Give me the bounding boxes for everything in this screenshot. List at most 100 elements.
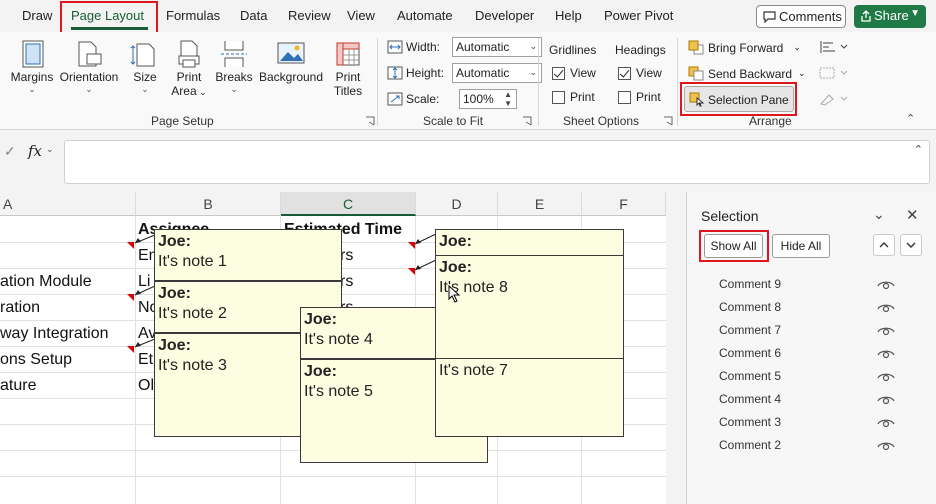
height-row: Height: xyxy=(387,66,444,80)
orientation-label: Orientation xyxy=(59,70,119,84)
eye-icon[interactable] xyxy=(877,416,895,428)
note-1[interactable]: Joe: It's note 1 xyxy=(154,229,342,281)
dialog-launcher-icon[interactable] xyxy=(663,116,673,126)
chevron-down-icon xyxy=(906,242,916,248)
margins-button[interactable]: Margins ⌄ xyxy=(8,38,56,95)
size-button[interactable]: Size ⌄ xyxy=(128,38,162,95)
tab-power-pivot[interactable]: Power Pivot xyxy=(604,8,673,23)
background-button[interactable]: Background xyxy=(258,38,324,84)
list-item[interactable]: Comment 4 xyxy=(719,392,781,406)
group-icon[interactable] xyxy=(818,66,848,80)
orientation-button[interactable]: Orientation ⌄ xyxy=(58,38,120,95)
print-titles-button[interactable]: Print Titles xyxy=(328,38,368,98)
tab-data[interactable]: Data xyxy=(240,8,267,23)
gridlines-view-option[interactable]: View xyxy=(552,66,596,80)
note-8[interactable]: Joe: It's note 8 xyxy=(435,255,624,359)
send-backward-button[interactable]: Send Backward ⌄ xyxy=(688,66,806,81)
width-dropdown[interactable]: Automatic ⌄ xyxy=(452,37,542,57)
expand-formula-bar-icon[interactable]: ⌃ xyxy=(914,143,923,156)
close-icon[interactable]: ✕ xyxy=(906,206,919,224)
note-author: Joe: xyxy=(158,285,191,302)
breaks-button[interactable]: Breaks ⌄ xyxy=(214,38,254,95)
eye-icon[interactable] xyxy=(877,439,895,451)
height-label: Height: xyxy=(406,66,445,80)
list-item[interactable]: Comment 6 xyxy=(719,346,781,360)
headings-view-checkbox[interactable] xyxy=(618,66,631,80)
move-down-button[interactable] xyxy=(900,234,922,256)
print-titles-icon xyxy=(336,42,360,66)
chevron-down-icon: ⌄ xyxy=(793,42,801,52)
bring-forward-button[interactable]: Bring Forward ⌄ xyxy=(688,40,801,55)
tab-automate[interactable]: Automate xyxy=(397,8,453,23)
margins-label: Margins xyxy=(10,70,54,84)
tab-review[interactable]: Review xyxy=(288,8,331,23)
list-item[interactable]: Comment 5 xyxy=(719,369,781,383)
chevron-up-icon xyxy=(879,242,889,248)
excel-window: Draw Page Layout Formulas Data Review Vi… xyxy=(0,0,936,504)
list-item[interactable]: Comment 7 xyxy=(719,323,781,337)
note-text: It's note 1 xyxy=(158,253,227,270)
height-icon xyxy=(387,66,403,80)
width-row: Width: xyxy=(387,40,440,54)
print-area-label-2: Area xyxy=(171,84,197,98)
note-author: Joe: xyxy=(158,233,191,250)
spinner-arrows-icon[interactable]: ▲ ▼ xyxy=(504,90,512,108)
formula-input[interactable]: ⌃ xyxy=(64,140,930,184)
hide-all-button[interactable]: Hide All xyxy=(772,234,830,258)
chevron-down-icon[interactable]: ⌄ xyxy=(46,144,54,155)
bring-forward-icon xyxy=(688,40,704,55)
chevron-down-icon: ⌄ xyxy=(529,41,537,51)
note-text: It's note 7 xyxy=(439,362,508,379)
gridlines-print-label: Print xyxy=(570,90,595,104)
dialog-launcher-icon[interactable] xyxy=(522,116,532,126)
gridlines-view-label: View xyxy=(570,66,596,80)
tab-developer[interactable]: Developer xyxy=(475,8,534,23)
eye-icon[interactable] xyxy=(877,278,895,290)
move-up-button[interactable] xyxy=(873,234,895,256)
align-icon[interactable] xyxy=(818,40,848,54)
formula-bar: ✓ fx ⌄ ⌃ xyxy=(0,130,936,192)
tab-help[interactable]: Help xyxy=(555,8,582,23)
gridlines-print-checkbox[interactable] xyxy=(552,90,565,104)
eye-icon[interactable] xyxy=(877,393,895,405)
eye-icon[interactable] xyxy=(877,370,895,382)
comments-button[interactable]: Comments xyxy=(756,5,846,28)
list-item[interactable]: Comment 3 xyxy=(719,415,781,429)
print-area-button[interactable]: Print Area ⌄ xyxy=(168,38,210,98)
width-icon xyxy=(387,40,403,54)
scale-spinner[interactable]: 100% ▲ ▼ xyxy=(459,89,517,109)
headings-print-label: Print xyxy=(636,90,661,104)
vertical-scrollbar[interactable] xyxy=(666,192,686,504)
share-button[interactable]: Share ▼ xyxy=(854,5,926,28)
fx-icon[interactable]: fx xyxy=(28,142,42,160)
list-item[interactable]: Comment 9 xyxy=(719,277,781,291)
collapse-ribbon-icon[interactable]: ⌃ xyxy=(906,112,915,125)
headings-print-checkbox[interactable] xyxy=(618,90,631,104)
width-label: Width: xyxy=(406,40,441,54)
tab-view[interactable]: View xyxy=(347,8,375,23)
headings-print-option[interactable]: Print xyxy=(618,90,661,104)
chevron-down-icon[interactable]: ⌄ xyxy=(873,206,885,223)
send-backward-label: Send Backward xyxy=(708,66,793,81)
group-separator xyxy=(677,38,678,126)
worksheet-grid[interactable]: A B C D E F Assignee Estimated Time atio… xyxy=(0,192,666,504)
ribbon: Margins ⌄ Orientation ⌄ Size ⌄ Print Are… xyxy=(0,32,936,130)
tab-formulas[interactable]: Formulas xyxy=(166,8,220,23)
eye-icon[interactable] xyxy=(877,324,895,336)
scale-row: Scale: xyxy=(387,92,439,106)
height-dropdown[interactable]: Automatic ⌄ xyxy=(452,63,542,83)
tab-draw[interactable]: Draw xyxy=(22,8,52,23)
scale-label: Scale: xyxy=(406,92,440,106)
gridlines-print-option[interactable]: Print xyxy=(552,90,595,104)
dialog-launcher-icon[interactable] xyxy=(365,116,375,126)
list-item[interactable]: Comment 8 xyxy=(719,300,781,314)
list-item[interactable]: Comment 2 xyxy=(719,438,781,452)
note-7[interactable]: It's note 7 xyxy=(435,358,624,437)
check-icon[interactable]: ✓ xyxy=(4,143,16,160)
selection-pane-title: Selection xyxy=(701,208,759,224)
gridlines-view-checkbox[interactable] xyxy=(552,66,565,80)
headings-view-option[interactable]: View xyxy=(618,66,662,80)
rotate-icon[interactable] xyxy=(818,92,848,106)
eye-icon[interactable] xyxy=(877,347,895,359)
eye-icon[interactable] xyxy=(877,301,895,313)
